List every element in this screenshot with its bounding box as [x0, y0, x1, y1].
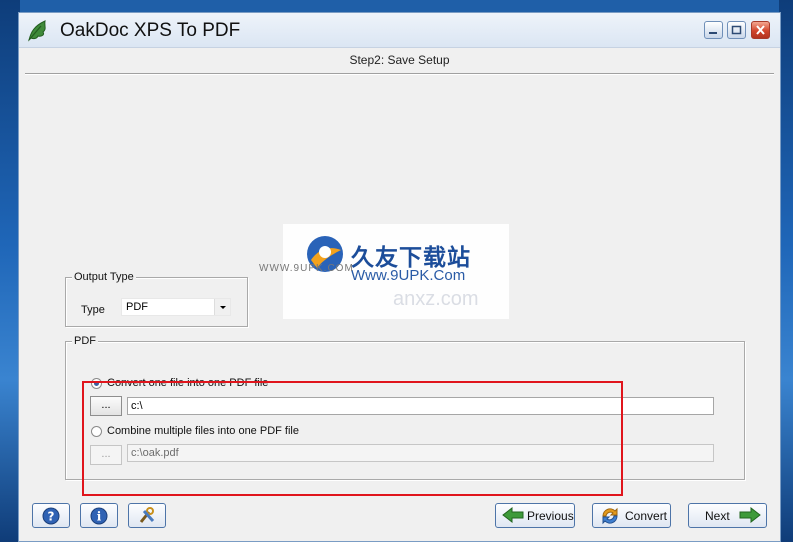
maximize-icon [731, 25, 742, 35]
next-button[interactable]: Next [688, 503, 767, 528]
help-icon: ? [42, 507, 60, 525]
oak-leaf-icon [28, 20, 46, 42]
svg-text:i: i [97, 510, 102, 524]
window-title: OakDoc XPS To PDF [60, 20, 241, 41]
tools-icon [139, 507, 155, 523]
desktop-background-right [779, 0, 793, 542]
step-title: Step2: Save Setup [349, 53, 450, 67]
watermark-url-text: Www.9UPK.Com [351, 267, 466, 284]
watermark-faint-text: anxz.com [393, 288, 479, 310]
type-select[interactable]: PDF [121, 298, 231, 316]
convert-button[interactable]: Convert [592, 503, 671, 528]
close-icon [756, 25, 765, 35]
previous-label: Previous [527, 509, 574, 523]
type-select-value: PDF [126, 301, 148, 313]
title-bar[interactable]: OakDoc XPS To PDF [19, 13, 780, 48]
minimize-button[interactable] [704, 21, 723, 39]
step-divider [25, 73, 774, 75]
convert-cycle-icon [602, 507, 618, 525]
app-window: OakDoc XPS To PDF Step2: Save Setup Outp… [18, 12, 781, 542]
watermark-small-text: WWW.9UPK.COM [259, 263, 354, 274]
chevron-down-icon[interactable] [214, 299, 230, 315]
svg-text:?: ? [48, 510, 55, 524]
next-label: Next [705, 509, 730, 523]
tools-button[interactable] [128, 503, 166, 528]
arrow-left-icon [502, 507, 524, 523]
info-button[interactable]: i [80, 503, 118, 528]
minimize-icon [709, 32, 717, 34]
maximize-button[interactable] [727, 21, 746, 39]
previous-button[interactable]: Previous [495, 503, 575, 528]
desktop-background-left [0, 0, 20, 542]
info-icon: i [90, 507, 108, 525]
annotation-highlight-box [82, 381, 623, 496]
type-label: Type [81, 304, 105, 316]
pdf-legend: PDF [72, 335, 98, 347]
convert-label: Convert [625, 509, 668, 523]
arrow-right-icon [739, 507, 761, 523]
help-button[interactable]: ? [32, 503, 70, 528]
output-type-legend: Output Type [72, 271, 136, 283]
close-button[interactable] [751, 21, 770, 39]
